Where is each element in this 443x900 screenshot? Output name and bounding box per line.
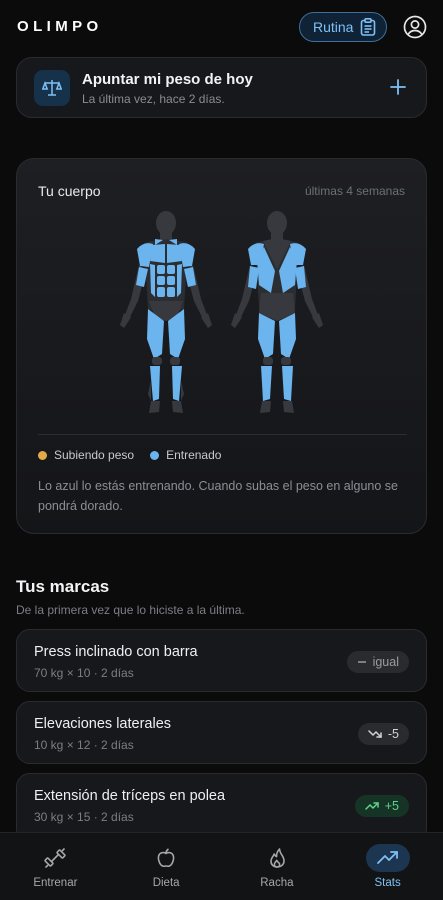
user-circle-icon[interactable]	[403, 15, 427, 39]
plus-icon[interactable]	[389, 78, 407, 96]
record-detail: 30 kg × 15 · 2 días	[34, 810, 134, 824]
clipboard-icon	[361, 18, 376, 36]
trending-down-icon	[368, 730, 382, 738]
legend-item-rising: Subiendo peso	[38, 448, 134, 462]
marks-section-title: Tus marcas	[16, 577, 110, 596]
scale-icon	[42, 80, 62, 96]
record-detail: 10 kg × 12 · 2 días	[34, 738, 134, 752]
body-card-note: Lo azul lo estás entrenando. Cuando suba…	[38, 479, 398, 513]
app-logo: OLIMPO	[17, 18, 103, 35]
trend-badge-equal: igual	[346, 651, 409, 673]
trend-badge-up: +5	[354, 795, 409, 817]
record-name: Extensión de tríceps en polea	[34, 788, 226, 804]
trend-badge-label: +5	[384, 799, 399, 813]
trend-badge-label: igual	[372, 655, 399, 669]
tab-label: Racha	[260, 877, 294, 889]
tab-stats[interactable]: Stats	[332, 833, 443, 900]
body-card-divider	[38, 434, 407, 435]
log-weight-card[interactable]: Apuntar mi peso de hoy La última vez, ha…	[16, 57, 427, 118]
log-weight-subtitle: La última vez, hace 2 días.	[82, 92, 225, 106]
weight-icon-box	[34, 70, 70, 106]
record-name: Elevaciones laterales	[34, 716, 172, 732]
legend-label-rising: Subiendo peso	[54, 448, 135, 462]
record-item[interactable]: Elevaciones laterales 10 kg × 12 · 2 día…	[16, 701, 427, 764]
back-body-figure	[231, 211, 323, 413]
body-card-title: Tu cuerpo	[38, 183, 101, 199]
muscle-legend: Subiendo peso Entrenado	[38, 448, 221, 462]
apple-icon	[144, 844, 188, 872]
tab-racha[interactable]: Racha	[222, 833, 333, 900]
routine-button[interactable]: Rutina	[299, 12, 387, 42]
trend-badge-down: -5	[357, 723, 409, 745]
legend-item-trained: Entrenado	[150, 448, 221, 462]
flame-icon	[255, 844, 299, 872]
record-detail: 70 kg × 10 · 2 días	[34, 666, 134, 680]
minus-icon	[357, 661, 366, 663]
tab-label: Dieta	[152, 877, 180, 889]
muscle-map	[120, 211, 323, 413]
trending-up-icon	[365, 844, 410, 872]
tab-label: Stats	[374, 877, 401, 889]
tab-label: Entrenar	[33, 877, 78, 889]
app-header: OLIMPO Rutina	[0, 0, 443, 54]
record-name: Press inclinado con barra	[34, 644, 198, 660]
legend-dot-rising	[38, 450, 47, 460]
body-map-card: Tu cuerpo últimas 4 semanas Subiendo pes…	[16, 158, 427, 534]
routine-button-label: Rutina	[313, 19, 354, 35]
trend-badge-label: -5	[387, 727, 399, 741]
legend-label-trained: Entrenado	[166, 448, 222, 462]
marks-section-subtitle: De la primera vez que lo hiciste a la úl…	[16, 603, 245, 617]
front-body-figure	[120, 211, 212, 413]
body-card-range: últimas 4 semanas	[304, 184, 405, 198]
log-weight-title: Apuntar mi peso de hoy	[82, 71, 253, 88]
record-item[interactable]: Press inclinado con barra 70 kg × 10 · 2…	[16, 629, 427, 692]
tab-entrenar[interactable]: Entrenar	[0, 833, 111, 900]
trending-up-icon	[364, 802, 379, 810]
dumbbell-icon	[33, 844, 77, 872]
tab-dieta[interactable]: Dieta	[111, 833, 222, 900]
bottom-tab-bar: Entrenar Dieta Racha Stats	[0, 832, 443, 900]
legend-dot-trained	[150, 450, 160, 460]
